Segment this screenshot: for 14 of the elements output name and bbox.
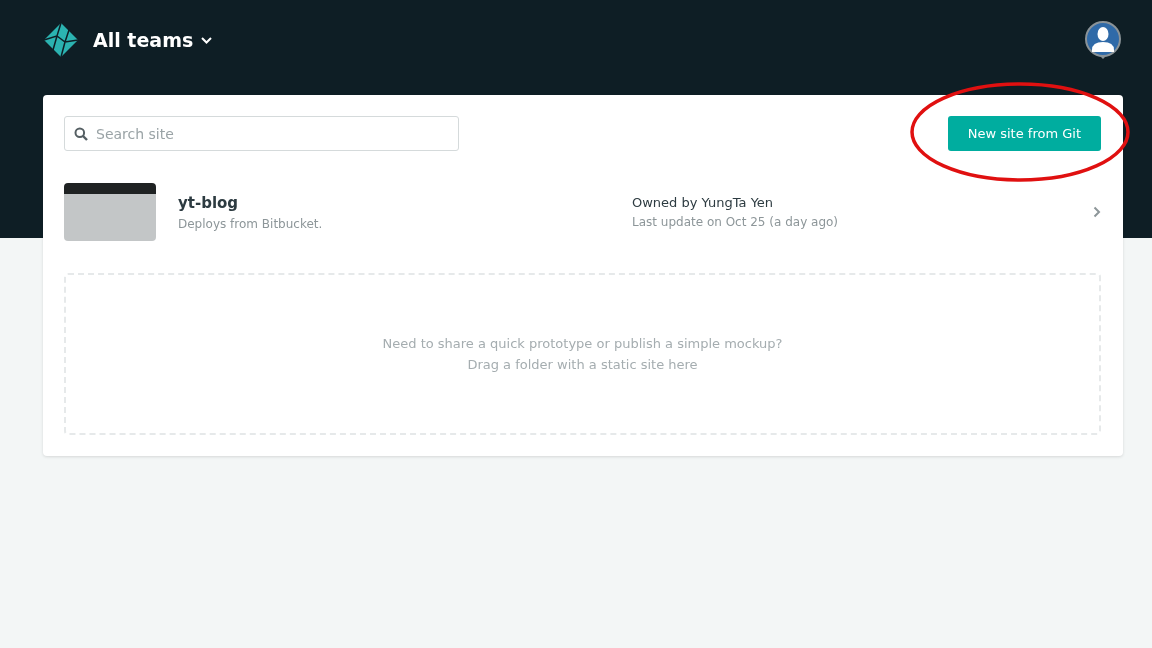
logo-icon xyxy=(43,22,79,58)
search-icon xyxy=(74,127,88,141)
team-menu[interactable]: All teams xyxy=(93,29,213,51)
search-field[interactable]: Search site xyxy=(64,116,459,151)
avatar-icon[interactable] xyxy=(1084,20,1122,60)
chevron-down-icon xyxy=(201,36,213,44)
site-source: Deploys from Bitbucket. xyxy=(178,216,324,231)
site-name[interactable]: yt-blog xyxy=(178,193,632,212)
drop-hint: Drag a folder with a static site here xyxy=(467,357,698,372)
chevron-right-icon[interactable] xyxy=(1093,206,1101,218)
site-owner: Owned by YungTa Yen xyxy=(632,195,775,210)
site-thumbnail[interactable] xyxy=(64,183,156,241)
drop-hint: Need to share a quick prototype or publish a simple mockup? xyxy=(382,336,783,351)
last-update: Last update on Oct 25 (a day ago) xyxy=(632,215,840,229)
